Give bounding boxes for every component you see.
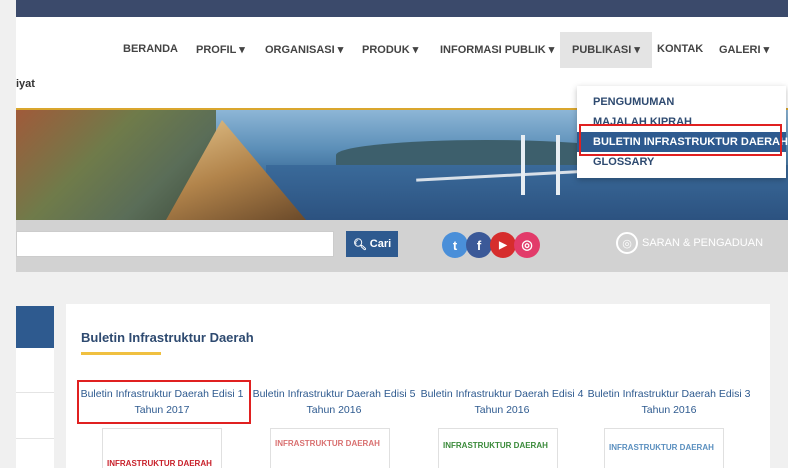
buletin-item-title: Buletin Infrastruktur Daerah Edisi 3 bbox=[587, 388, 751, 400]
nav-item-produk[interactable]: PRODUK ▾ bbox=[362, 43, 418, 56]
buletin-item-title: Buletin Infrastruktur Daerah Edisi 5 bbox=[252, 388, 416, 400]
buletin-item-year: Tahun 2016 bbox=[474, 404, 530, 416]
instagram-icon[interactable]: ◎ bbox=[514, 232, 540, 258]
dropdown-item-glossary[interactable]: GLOSSARY bbox=[593, 156, 654, 168]
sidebar-divider bbox=[16, 438, 54, 439]
saran-pengaduan-link[interactable]: ◎ SARAN & PENGADUAN bbox=[616, 232, 763, 254]
sidebar-divider bbox=[16, 392, 54, 393]
page: iyat BERANDA PROFIL ▾ ORGANISASI ▾ PRODU… bbox=[0, 0, 788, 468]
buletin-item-link[interactable]: Buletin Infrastruktur Daerah Edisi 3 Tah… bbox=[585, 386, 753, 418]
search-input[interactable] bbox=[16, 231, 334, 257]
nav-item-kontak[interactable]: KONTAK bbox=[657, 43, 703, 55]
nav-item-organisasi[interactable]: ORGANISASI ▾ bbox=[265, 43, 343, 56]
buletin-cover-thumbnail[interactable]: INFRASTRUKTUR DAERAH bbox=[438, 428, 558, 468]
search-icon: 🔍︎ bbox=[352, 238, 367, 251]
complaint-icon: ◎ bbox=[616, 232, 638, 254]
nav-item-beranda[interactable]: BERANDA bbox=[123, 43, 178, 55]
nav-item-galeri[interactable]: GALERI ▾ bbox=[719, 43, 769, 56]
buletin-item-link[interactable]: Buletin Infrastruktur Daerah Edisi 4 Tah… bbox=[418, 386, 586, 418]
cover-title: INFRASTRUKTUR DAERAH bbox=[107, 459, 212, 468]
cover-title: INFRASTRUKTUR DAERAH bbox=[443, 441, 548, 450]
nav-item-informasi-publik[interactable]: INFORMASI PUBLIK ▾ bbox=[440, 43, 554, 56]
search-button[interactable]: 🔍︎ Cari bbox=[346, 231, 398, 257]
nav-item-publikasi[interactable]: PUBLIKASI ▾ bbox=[560, 32, 652, 68]
title-underline bbox=[81, 352, 161, 355]
buletin-cover-thumbnail[interactable]: INFRASTRUKTUR DAERAH bbox=[604, 428, 724, 468]
highlight-box bbox=[579, 124, 782, 156]
buletin-item-link[interactable]: Buletin Infrastruktur Daerah Edisi 5 Tah… bbox=[250, 386, 418, 418]
search-bar: 🔍︎ Cari t f ▶ ◎ ◎ SARAN & PENGADUAN bbox=[16, 220, 788, 272]
banner-bridge-tower bbox=[556, 135, 560, 195]
youtube-icon[interactable]: ▶ bbox=[490, 232, 516, 258]
nav-item-profil[interactable]: PROFIL ▾ bbox=[196, 43, 245, 56]
main-nav: BERANDA PROFIL ▾ ORGANISASI ▾ PRODUK ▾ I… bbox=[0, 17, 788, 93]
sidebar-header bbox=[16, 306, 54, 348]
facebook-icon[interactable]: f bbox=[466, 232, 492, 258]
buletin-cover-thumbnail[interactable]: INFRASTRUKTUR DAERAH bbox=[270, 428, 390, 468]
top-bar bbox=[16, 0, 788, 17]
sidebar bbox=[16, 306, 54, 468]
highlight-box bbox=[77, 380, 251, 424]
banner-bridge-tower bbox=[521, 135, 525, 195]
twitter-icon[interactable]: t bbox=[442, 232, 468, 258]
buletin-cover-thumbnail[interactable]: INFRASTRUKTUR DAERAH bbox=[102, 428, 222, 468]
buletin-item-year: Tahun 2016 bbox=[306, 404, 362, 416]
dropdown-item-pengumuman[interactable]: PENGUMUMAN bbox=[593, 96, 674, 108]
saran-pengaduan-label: SARAN & PENGADUAN bbox=[642, 237, 764, 249]
buletin-item-title: Buletin Infrastruktur Daerah Edisi 4 bbox=[420, 388, 584, 400]
cover-title: INFRASTRUKTUR DAERAH bbox=[609, 443, 714, 452]
search-button-label: Cari bbox=[369, 238, 392, 250]
content-area: Buletin Infrastruktur Daerah Buletin Inf… bbox=[0, 272, 788, 468]
card-title: Buletin Infrastruktur Daerah bbox=[81, 330, 254, 345]
buletin-item-year: Tahun 2016 bbox=[641, 404, 697, 416]
cover-title: INFRASTRUKTUR DAERAH bbox=[275, 439, 380, 448]
